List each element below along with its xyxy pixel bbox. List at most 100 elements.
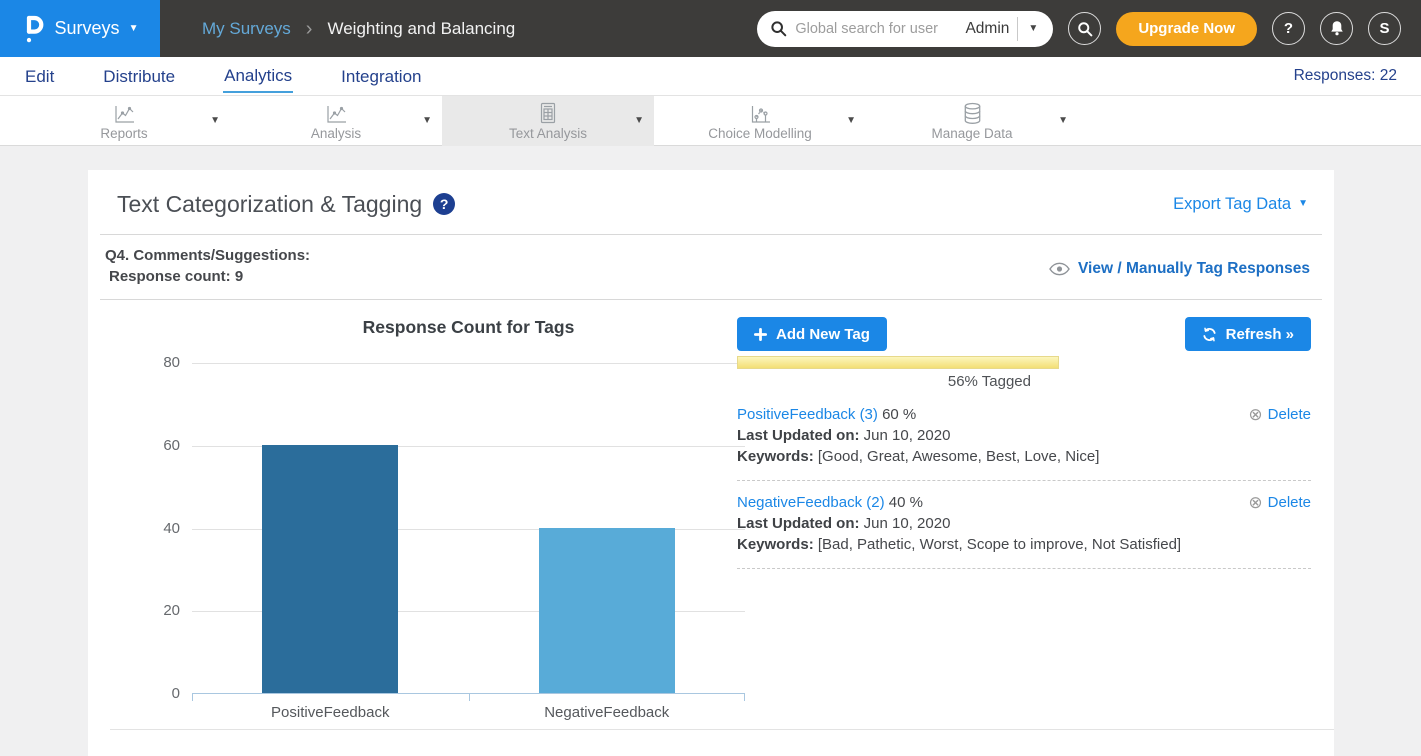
circled-x-icon: ⊗ — [1248, 406, 1262, 423]
avatar-letter: S — [1379, 20, 1389, 37]
bell-icon — [1329, 20, 1345, 37]
y-axis-tick-label: 60 — [136, 437, 180, 454]
help-button[interactable]: ? — [1272, 12, 1305, 45]
tag-name-link[interactable]: NegativeFeedback (2) — [737, 494, 885, 511]
delete-tag-button[interactable]: ⊗ Delete — [1248, 404, 1311, 425]
chevron-down-icon[interactable]: ▼ — [846, 116, 856, 126]
search-scope-select[interactable]: Admin — [965, 20, 1009, 38]
toolbar-tab-text-analysis[interactable]: Text Analysis▼ — [442, 96, 654, 146]
responses-count[interactable]: Responses: 22 — [1294, 67, 1397, 85]
tag-updated-line: Last Updated on: Jun 10, 2020 — [737, 513, 1311, 534]
avatar[interactable]: S — [1368, 12, 1401, 45]
help-badge-icon[interactable]: ? — [433, 193, 455, 215]
tag-entry: NegativeFeedback (2) 40 %Last Updated on… — [737, 481, 1311, 569]
refresh-button[interactable]: Refresh » — [1185, 317, 1311, 351]
nav-item-edit[interactable]: Edit — [24, 60, 55, 92]
toolbar-tab-manage-data[interactable]: Manage Data ▼ — [866, 96, 1078, 146]
toolbar-tab-label: Choice Modelling — [708, 126, 812, 141]
nav-item-distribute[interactable]: Distribute — [102, 60, 176, 92]
chart-gridline — [192, 363, 745, 364]
breadcrumb-separator: › — [306, 19, 313, 39]
view-manually-tag-link[interactable]: View / Manually Tag Responses — [1049, 260, 1310, 278]
x-axis-tick — [744, 694, 745, 701]
chevron-down-icon: ▼ — [129, 24, 139, 34]
x-axis-tick — [192, 694, 193, 701]
divider — [1017, 17, 1018, 41]
x-axis-category-label: NegativeFeedback — [469, 704, 746, 721]
divider — [110, 729, 1334, 730]
breadcrumb: My Surveys › Weighting and Balancing — [202, 19, 515, 39]
export-tag-data-label: Export Tag Data — [1173, 195, 1291, 214]
tag-title-line: PositiveFeedback (3) 60 % — [737, 404, 1311, 425]
chevron-down-icon: ▼ — [1298, 199, 1308, 209]
survey-section-nav: Edit Distribute Analytics Integration Respo… — [0, 57, 1421, 96]
chevron-down-icon[interactable]: ▼ — [422, 116, 432, 126]
circled-x-icon: ⊗ — [1248, 494, 1262, 511]
tag-percent: 40 % — [885, 494, 923, 511]
bar-positivefeedback[interactable] — [262, 445, 398, 693]
global-search: Admin ▼ — [757, 11, 1053, 47]
tagging-panel: Add New Tag Refresh » 56% Tagged — [737, 317, 1311, 569]
analytics-toolbar: Reports▼Analysis▼Text Analysis▼Choice Mo… — [0, 96, 1421, 146]
response-count-chart: Response Count for Tags 020406080Positiv… — [110, 317, 750, 747]
document-grid-icon — [538, 102, 558, 125]
upgrade-now-button[interactable]: Upgrade Now — [1116, 12, 1257, 46]
chevron-down-icon[interactable]: ▼ — [1026, 24, 1040, 34]
tagged-progress-label: 56% Tagged — [737, 373, 1059, 390]
surveys-product-menu[interactable]: Surveys ▼ — [0, 0, 160, 57]
chevron-down-icon[interactable]: ▼ — [210, 116, 220, 126]
database-icon — [962, 102, 983, 125]
breadcrumb-my-surveys[interactable]: My Surveys — [202, 19, 291, 39]
page-title: Text Categorization & Tagging — [117, 191, 422, 218]
toolbar-tab-label: Manage Data — [931, 126, 1012, 141]
refresh-icon — [1202, 327, 1217, 342]
search-icon — [770, 20, 787, 37]
tag-name-link[interactable]: PositiveFeedback (3) — [737, 406, 878, 423]
y-axis-tick-label: 80 — [136, 354, 180, 371]
card-header: Text Categorization & Tagging ? Export T… — [88, 170, 1334, 234]
line-chart-icon — [325, 102, 348, 125]
toolbar-tab-reports[interactable]: Reports ▼ — [18, 96, 230, 146]
tag-keywords-line: Keywords: [Bad, Pathetic, Worst, Scope t… — [737, 534, 1311, 555]
scatter-chart-icon — [749, 102, 772, 125]
refresh-label: Refresh » — [1226, 326, 1294, 343]
nav-item-analytics[interactable]: Analytics — [223, 59, 293, 93]
add-new-tag-button[interactable]: Add New Tag — [737, 317, 887, 351]
text-tagging-card: Text Categorization & Tagging ? Export T… — [88, 170, 1334, 756]
chevron-down-icon[interactable]: ▼ — [634, 116, 644, 126]
toolbar-tab-analysis[interactable]: Analysis▼ — [230, 96, 442, 146]
tag-updated-line: Last Updated on: Jun 10, 2020 — [737, 425, 1311, 446]
question-summary-row: Q4. Comments/Suggestions: Response count… — [88, 235, 1334, 299]
notifications-button[interactable] — [1320, 12, 1353, 45]
eye-icon — [1049, 262, 1070, 276]
x-axis-category-label: PositiveFeedback — [192, 704, 469, 721]
global-search-input[interactable] — [795, 21, 957, 37]
questionpro-logo-icon — [22, 14, 46, 44]
delete-label: Delete — [1268, 492, 1311, 513]
tag-keywords-line: Keywords: [Good, Great, Awesome, Best, L… — [737, 446, 1311, 467]
bar-negativefeedback[interactable] — [539, 528, 675, 694]
search-icon — [1077, 21, 1093, 37]
view-manually-tag-label: View / Manually Tag Responses — [1078, 260, 1310, 278]
y-axis-tick-label: 0 — [136, 685, 180, 702]
chevron-down-icon[interactable]: ▼ — [1058, 116, 1068, 126]
question-mark-icon: ? — [1284, 20, 1293, 37]
tag-entry: PositiveFeedback (3) 60 %Last Updated on… — [737, 393, 1311, 481]
delete-tag-button[interactable]: ⊗ Delete — [1248, 492, 1311, 513]
search-button[interactable] — [1068, 12, 1101, 45]
breadcrumb-current-survey: Weighting and Balancing — [327, 19, 515, 39]
y-axis-tick-label: 20 — [136, 602, 180, 619]
plus-icon — [754, 328, 767, 341]
line-chart-icon — [113, 102, 136, 125]
tag-title-line: NegativeFeedback (2) 40 % — [737, 492, 1311, 513]
delete-label: Delete — [1268, 404, 1311, 425]
export-tag-data-link[interactable]: Export Tag Data ▼ — [1173, 195, 1308, 214]
chart-plot-area: 020406080PositiveFeedbackNegativeFeedbac… — [192, 363, 745, 694]
tag-percent: 60 % — [878, 406, 916, 423]
tagging-actions-row: Add New Tag Refresh » — [737, 317, 1311, 351]
toolbar-tab-label: Reports — [100, 126, 147, 141]
nav-item-integration[interactable]: Integration — [340, 60, 422, 92]
toolbar-tab-choice-modelling[interactable]: Choice Modelling ▼ — [654, 96, 866, 146]
card-body: Response Count for Tags 020406080Positiv… — [88, 300, 1334, 740]
tag-list: PositiveFeedback (3) 60 %Last Updated on… — [737, 393, 1311, 569]
